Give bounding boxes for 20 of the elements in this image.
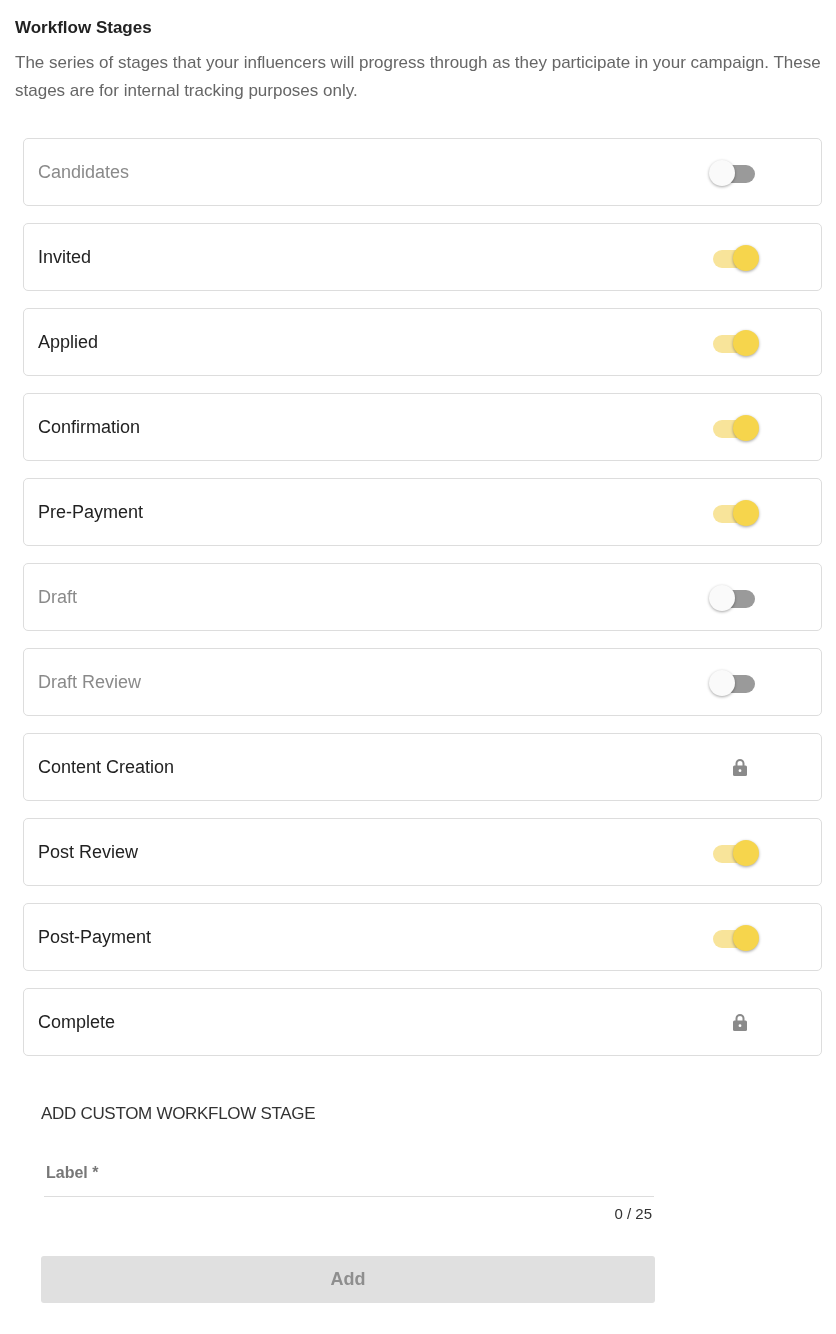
stage-label: Complete (38, 1011, 116, 1033)
stage-label: Draft Review (38, 671, 142, 693)
stage-label: Confirmation (38, 416, 141, 438)
toggle-switch[interactable] (709, 669, 757, 695)
stage-label: Post-Payment (38, 926, 152, 948)
section-description: The series of stages that your influencers will progress through as they participate in your campaign. These stages are for internal tracking purposes only. (15, 52, 822, 102)
custom-stage-heading: ADD CUSTOM WORKFLOW STAGE (41, 1104, 317, 1124)
lock-icon (733, 1013, 747, 1031)
stage-label: Invited (38, 246, 92, 268)
stage-label: Post Review (38, 841, 139, 863)
section-title: Workflow Stages (15, 17, 153, 39)
lock-icon (733, 758, 747, 776)
stage-label: Content Creation (38, 756, 175, 778)
stage-label: Draft (38, 586, 77, 608)
toggle-switch[interactable] (709, 584, 757, 610)
toggle-switch[interactable] (709, 159, 757, 185)
stage-label: Candidates (38, 161, 130, 183)
stage-label: Applied (38, 331, 99, 353)
character-counter: 0 / 25 (614, 1205, 652, 1222)
stage-label: Pre-Payment (38, 501, 144, 523)
